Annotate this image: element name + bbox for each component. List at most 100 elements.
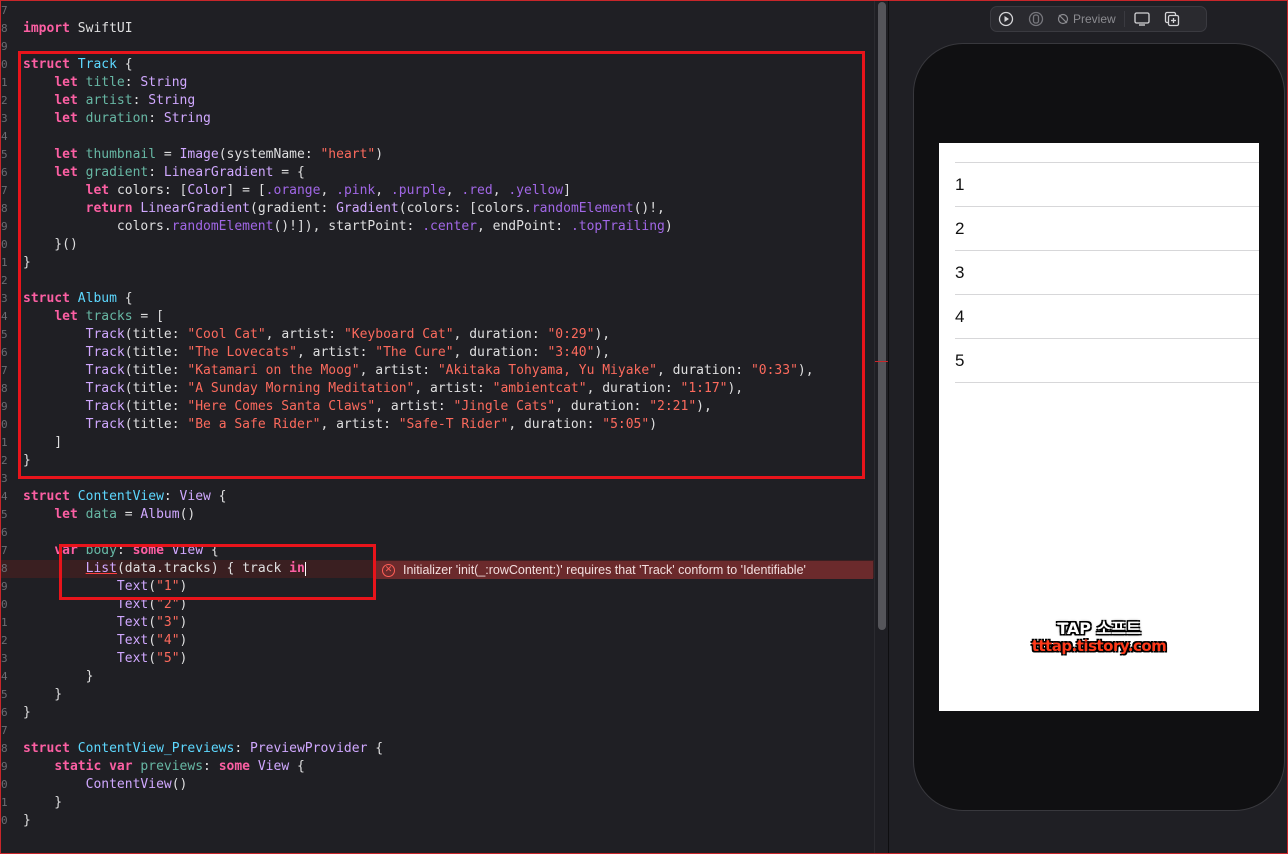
code-line[interactable]: 0}: [0, 812, 874, 830]
preview-icon: [1057, 13, 1069, 25]
error-banner[interactable]: ✕ Initializer 'init(_:rowContent:)' requ…: [375, 561, 873, 579]
device-settings-button[interactable]: [1127, 8, 1157, 30]
live-preview-button[interactable]: [991, 8, 1021, 30]
line-number: 0: [1, 814, 8, 827]
type-name: PreviewProvider: [250, 741, 368, 756]
line-number: 9: [1, 760, 8, 773]
line-number: 3: [1, 652, 8, 665]
inspect-icon: [1028, 11, 1044, 27]
code-line[interactable]: 1 }: [0, 794, 874, 812]
code-line[interactable]: 8 struct ContentView_Previews: PreviewPro…: [0, 740, 874, 758]
code-line[interactable]: 0 ContentView(): [0, 776, 874, 794]
string-literal: "4": [156, 633, 180, 648]
type-name: View: [257, 759, 290, 774]
line-number: 8: [1, 742, 8, 755]
list-row-text: 2: [955, 219, 965, 238]
duplicate-preview-button[interactable]: [1157, 8, 1187, 30]
line-number: 7: [1, 364, 8, 377]
code-line[interactable]: 1 Text("3"): [0, 614, 874, 632]
line-number: 7: [1, 724, 8, 737]
list-row[interactable]: 5: [955, 338, 1259, 382]
line-number: 6: [1, 346, 8, 359]
line-number: 4: [1, 670, 8, 683]
line-number: 0: [1, 598, 8, 611]
play-icon: [998, 11, 1014, 27]
property: previews: [140, 759, 204, 774]
device-screen[interactable]: 1 2 3 4 5 TAP 소프트 tttap.tistory.com: [939, 143, 1259, 711]
keyword: some: [218, 759, 251, 774]
list-row[interactable]: 4: [955, 294, 1259, 338]
type-name: View: [179, 489, 211, 504]
line-number: 1: [1, 256, 8, 269]
list-row-text: 5: [955, 351, 965, 370]
error-scroll-marker: [875, 361, 889, 362]
line-number: 2: [1, 94, 8, 107]
line-number: 1: [1, 436, 8, 449]
keyword: import: [23, 21, 70, 36]
code-line[interactable]: 7: [0, 2, 874, 20]
line-number: 2: [1, 634, 8, 647]
type-name: Text: [116, 633, 149, 648]
line-number: 1: [1, 616, 8, 629]
string-literal: "5": [156, 651, 180, 666]
line-number: 5: [1, 148, 8, 161]
module-name: SwiftUI: [69, 21, 133, 36]
line-number: 2: [1, 274, 8, 287]
inspect-preview-button[interactable]: [1021, 8, 1051, 30]
list-separator: [955, 382, 1259, 383]
line-number: 9: [1, 400, 8, 413]
keyword: struct: [23, 489, 70, 504]
code-line[interactable]: 7: [0, 722, 874, 740]
code-line[interactable]: 6}: [0, 704, 874, 722]
watermark-url: tttap.tistory.com: [1031, 637, 1167, 655]
line-number: 0: [1, 418, 8, 431]
line-number: 4: [1, 310, 8, 323]
code-line[interactable]: 4 struct ContentView: View {: [0, 488, 874, 506]
line-number: 5: [1, 508, 8, 521]
line-number: 0: [1, 778, 8, 791]
line-number: 8: [1, 382, 8, 395]
editor-scrollbar[interactable]: [874, 0, 889, 854]
preview-label: Preview: [1073, 12, 1116, 26]
keyword: let: [54, 507, 78, 522]
line-number: 6: [1, 166, 8, 179]
code-line[interactable]: 6: [0, 524, 874, 542]
line-number: 7: [1, 544, 8, 557]
code-line[interactable]: 8 import SwiftUI: [0, 20, 874, 38]
line-number: 5: [1, 688, 8, 701]
line-number: 9: [1, 220, 8, 233]
line-number: 7: [1, 4, 8, 17]
line-number: 8: [1, 202, 8, 215]
code-line[interactable]: 5 let data = Album(): [0, 506, 874, 524]
list-row-text: 4: [955, 307, 965, 326]
line-number: 2: [1, 454, 8, 467]
code-line[interactable]: 3 Text("5"): [0, 650, 874, 668]
list-row[interactable]: 3: [955, 250, 1259, 294]
code-line[interactable]: 4 }: [0, 668, 874, 686]
list-row[interactable]: 2: [955, 206, 1259, 250]
line-number: 5: [1, 328, 8, 341]
line-number: 4: [1, 130, 8, 143]
monitor-icon: [1134, 12, 1150, 26]
code-line[interactable]: 5 }: [0, 686, 874, 704]
watermark-title: TAP 소프트: [1057, 619, 1141, 638]
code-line[interactable]: 9 static var previews: some View {: [0, 758, 874, 776]
line-number: 6: [1, 706, 8, 719]
list-row-text: 1: [955, 175, 965, 194]
list-row[interactable]: 1: [955, 162, 1259, 206]
preview-toolbar: Preview: [990, 6, 1207, 32]
line-number: 0: [1, 238, 8, 251]
keyword: struct: [23, 741, 70, 756]
line-number: 4: [1, 490, 8, 503]
line-number: 9: [1, 40, 8, 53]
canvas-preview: Preview 1 2 3 4 5 TAP 소프트 tttap.tistory.…: [889, 0, 1286, 854]
preview-settings-button[interactable]: Preview: [1051, 12, 1122, 26]
line-number: 3: [1, 112, 8, 125]
code-editor[interactable]: 7 8 import SwiftUI 9 0 struct Track { 1 le…: [0, 0, 874, 854]
scroll-thumb[interactable]: [878, 2, 886, 630]
type-name: ContentView: [85, 777, 172, 792]
duplicate-icon: [1164, 11, 1179, 27]
code-line[interactable]: 2 Text("4"): [0, 632, 874, 650]
string-literal: "3": [156, 615, 180, 630]
highlight-box-structs: [18, 51, 865, 479]
